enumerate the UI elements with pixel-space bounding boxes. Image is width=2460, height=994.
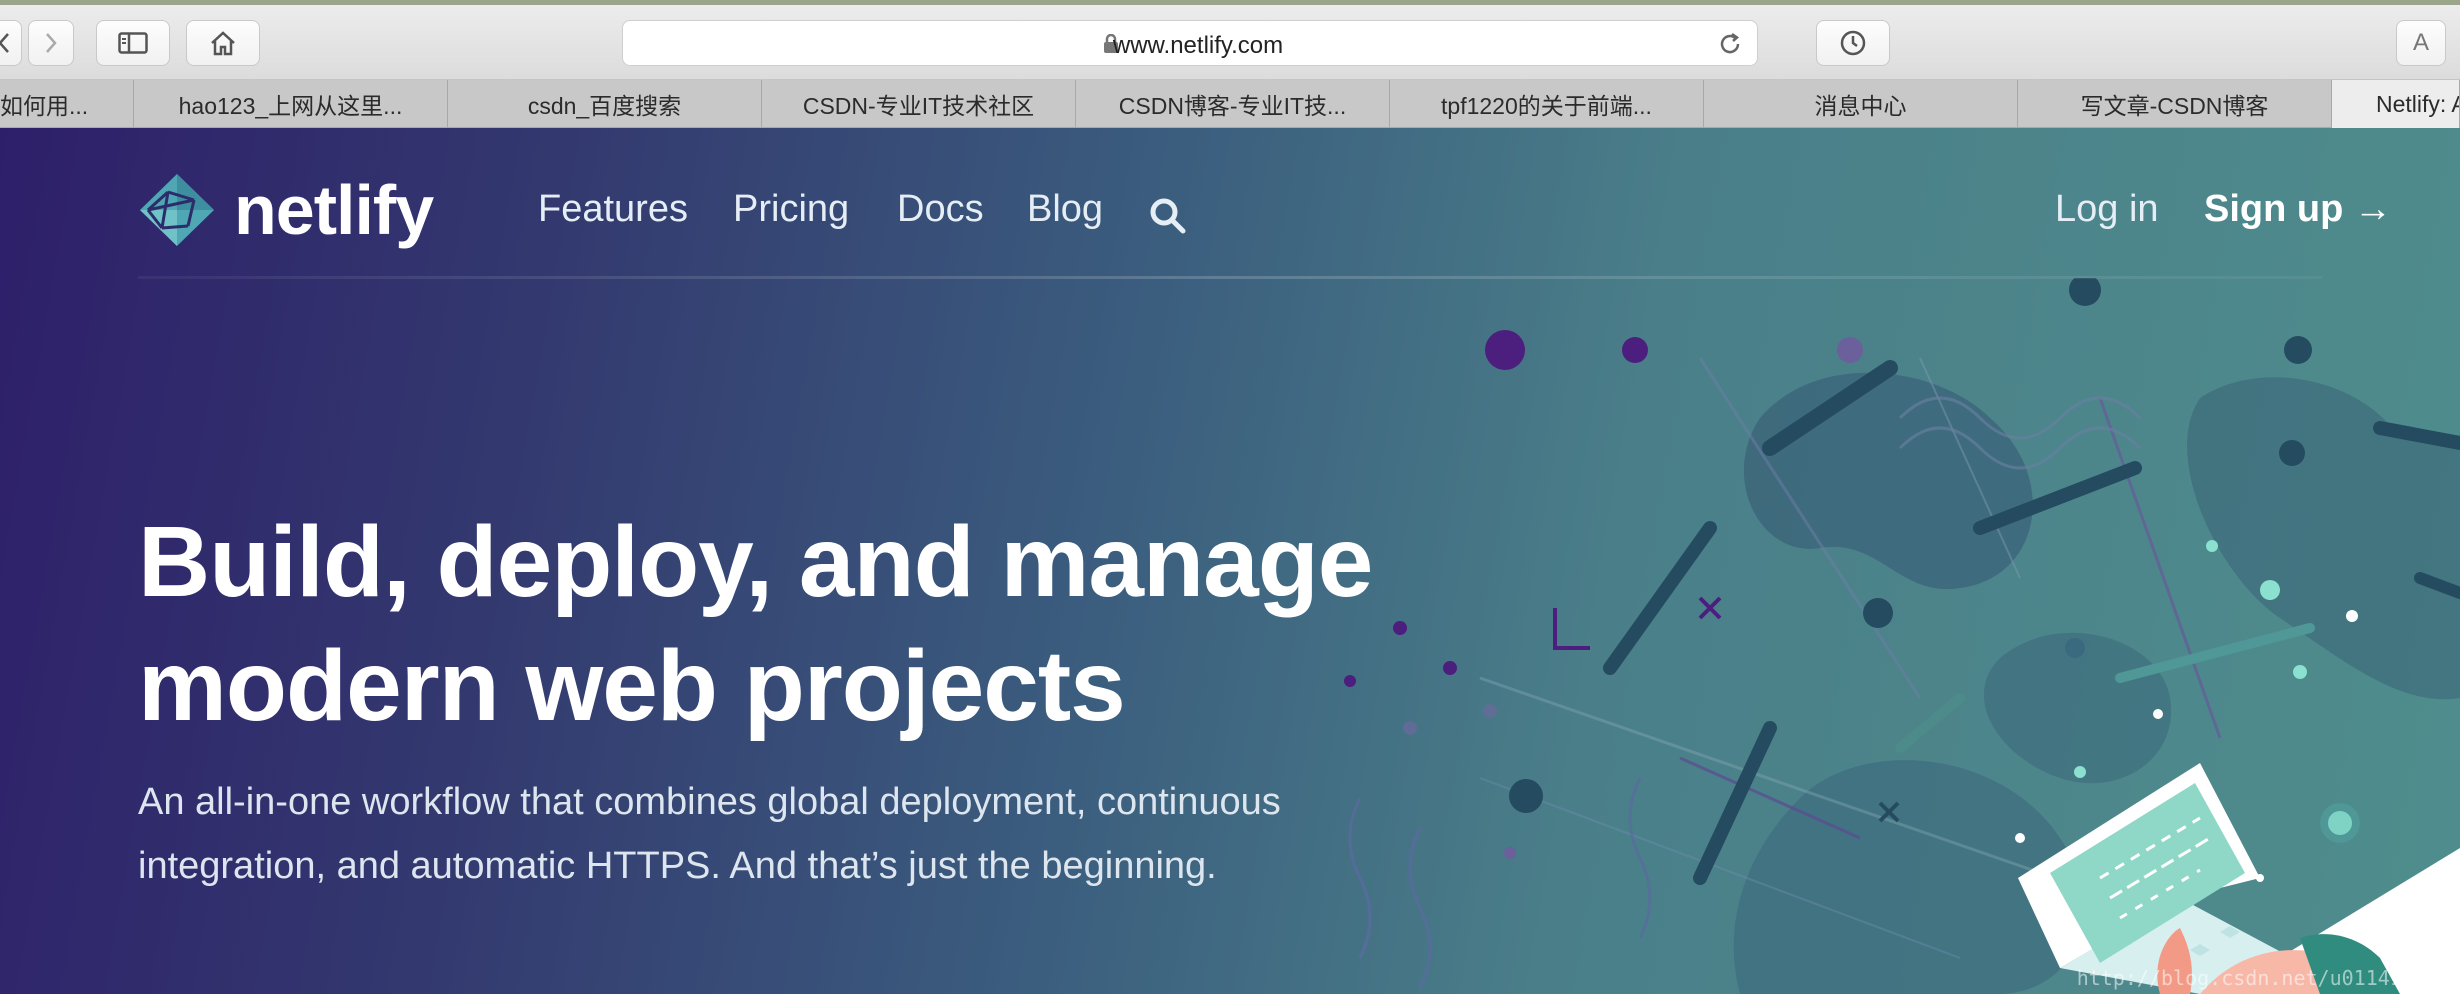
tab-item[interactable]: 写文章-CSDN博客 [2018, 80, 2332, 128]
nav-link-features[interactable]: Features [538, 188, 688, 231]
tab-bar: 如何用... hao123_上网从这里... csdn_百度搜索 CSDN-专业… [0, 80, 2460, 128]
nav-divider [138, 276, 2322, 279]
history-button[interactable] [1816, 20, 1890, 66]
home-button[interactable] [186, 20, 260, 66]
url-text: www.netlify.com [1112, 32, 1284, 59]
tab-item[interactable]: csdn_百度搜索 [448, 80, 762, 128]
netlify-page: netlify Features Pricing Docs Blog Log i… [0, 128, 2460, 994]
back-button[interactable] [0, 20, 22, 66]
tab-item[interactable]: CSDN-专业IT技术社区 [762, 80, 1076, 128]
tab-item[interactable]: hao123_上网从这里... [134, 80, 448, 128]
hero-title-line1: Build, deploy, and manage [138, 506, 1373, 618]
site-nav: netlify Features Pricing Docs Blog Log i… [0, 128, 2460, 278]
netlify-logo-icon [140, 174, 214, 246]
hero-illustration [1344, 278, 2460, 994]
netlify-logo[interactable]: netlify [138, 170, 434, 250]
home-icon [211, 31, 235, 56]
search-icon[interactable] [1148, 196, 1188, 236]
signup-link[interactable]: Sign up → [2204, 188, 2392, 231]
tab-item-active[interactable]: Netlify: A [2332, 80, 2460, 128]
tab-item[interactable]: 消息中心 [1704, 80, 2018, 128]
nav-link-pricing[interactable]: Pricing [733, 188, 849, 231]
window-top-strip [0, 0, 2460, 5]
sidebar-icon [118, 32, 148, 54]
chevron-right-icon [46, 33, 57, 53]
hero-subtitle: An all-in-one workflow that combines glo… [138, 781, 1281, 887]
laptop-illustration [2018, 763, 2400, 994]
browser-toolbar: www.netlify.com A [0, 0, 2460, 80]
nav-link-blog[interactable]: Blog [1027, 188, 1103, 231]
forward-button[interactable] [28, 20, 74, 66]
tab-item[interactable]: tpf1220的关于前端... [1390, 80, 1704, 128]
login-link[interactable]: Log in [2055, 188, 2159, 231]
reload-icon[interactable] [1717, 31, 1743, 57]
logo-wordmark: netlify [234, 171, 434, 249]
chevron-left-icon [0, 33, 9, 53]
tab-item[interactable]: 如何用... [0, 80, 134, 128]
watermark: http://blog.csdn.net/u011415192 [2076, 966, 2450, 990]
address-bar[interactable]: www.netlify.com [622, 20, 1758, 66]
sidebar-button[interactable] [96, 20, 170, 66]
clock-icon [1840, 30, 1866, 56]
hero-title-line2: modern web projects [138, 630, 1126, 742]
tab-item[interactable]: CSDN博客-专业IT技... [1076, 80, 1390, 128]
nav-link-docs[interactable]: Docs [897, 188, 984, 231]
hero-title: Build, deploy, and manage modern web pro… [138, 500, 1438, 748]
reader-button[interactable]: A [2396, 20, 2446, 66]
